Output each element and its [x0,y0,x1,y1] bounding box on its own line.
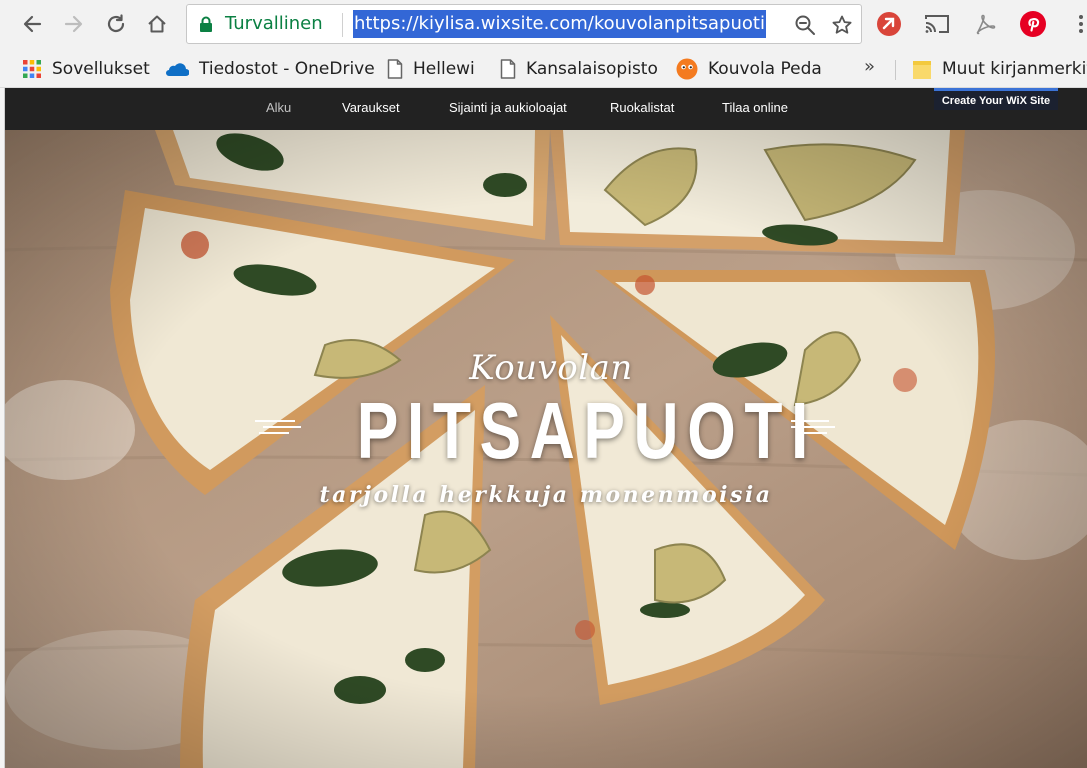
wix-badge[interactable]: Create Your WiX Site [934,88,1058,110]
site-nav: Alku Varaukset Sijainti ja aukioloajat R… [5,88,1087,130]
bookmarks-bar: Sovellukset Tiedostot - OneDrive Hellewi… [0,50,1087,88]
bookmark-apps[interactable]: Sovellukset [22,56,150,82]
bookmark-kansalaisopisto[interactable]: Kansalaisopisto [500,56,658,82]
hero-section: Kouvolan PITSAPUOTI tarjolla herkkuja mo… [5,130,1087,768]
web-page: Alku Varaukset Sijainti ja aukioloajat R… [5,88,1087,768]
forward-icon[interactable] [58,8,90,40]
cast-icon[interactable] [922,9,952,39]
apps-grid-icon [22,59,42,79]
extension-icon[interactable] [874,9,904,39]
nav-item-varaukset[interactable]: Varaukset [342,100,400,115]
page-icon [387,59,403,79]
lock-icon [199,16,213,37]
zoom-icon[interactable] [793,13,817,37]
bookmark-label: Kouvola Peda [708,59,822,79]
hero-right-rule [791,420,837,434]
bookmark-label: Kansalaisopisto [526,59,658,79]
pdf-icon[interactable] [970,9,1000,39]
nav-item-alku[interactable]: Alku [266,100,291,115]
bookmark-hellewi[interactable]: Hellewi [387,56,475,82]
hero-script-title: Kouvolan [469,348,633,388]
back-icon[interactable] [16,8,48,40]
nav-item-ruokalistat[interactable]: Ruokalistat [610,100,674,115]
bookmarks-overflow[interactable]: » [864,56,875,77]
orange-face-icon [676,58,698,80]
bookmark-label: Tiedostot - OneDrive [199,59,375,79]
onedrive-icon [163,60,189,78]
menu-icon[interactable] [1066,9,1087,39]
nav-item-sijainti[interactable]: Sijainti ja aukioloajat [449,100,567,115]
nav-item-tilaa-online[interactable]: Tilaa online [722,100,788,115]
url-divider [342,13,343,37]
bookmark-onedrive[interactable]: Tiedostot - OneDrive [163,56,375,82]
page-icon [500,59,516,79]
bookmark-kouvola-peda[interactable]: Kouvola Peda [676,56,822,82]
url-text[interactable]: https://kiylisa.wixsite.com/kouvolanpits… [353,10,766,38]
bookmark-label: Sovellukset [52,59,150,79]
hero-left-rule [255,420,301,434]
secure-label: Turvallinen [225,13,323,34]
bookmark-label: Muut kirjanmerkit [942,59,1087,79]
pinterest-icon[interactable] [1018,9,1048,39]
star-icon[interactable] [830,13,854,37]
bookmark-other-folder[interactable]: Muut kirjanmerkit [912,56,1087,82]
bookmarks-separator [895,60,896,80]
folder-icon [912,58,932,80]
bookmark-label: Hellewi [413,59,475,79]
hero-tagline: tarjolla herkkuja monenmoisia [319,482,773,508]
hero-title: PITSAPUOTI [356,386,817,475]
home-icon[interactable] [141,8,173,40]
address-bar[interactable]: Turvallinen https://kiylisa.wixsite.com/… [186,4,862,44]
browser-toolbar: Turvallinen https://kiylisa.wixsite.com/… [0,0,1087,50]
reload-icon[interactable] [100,8,132,40]
